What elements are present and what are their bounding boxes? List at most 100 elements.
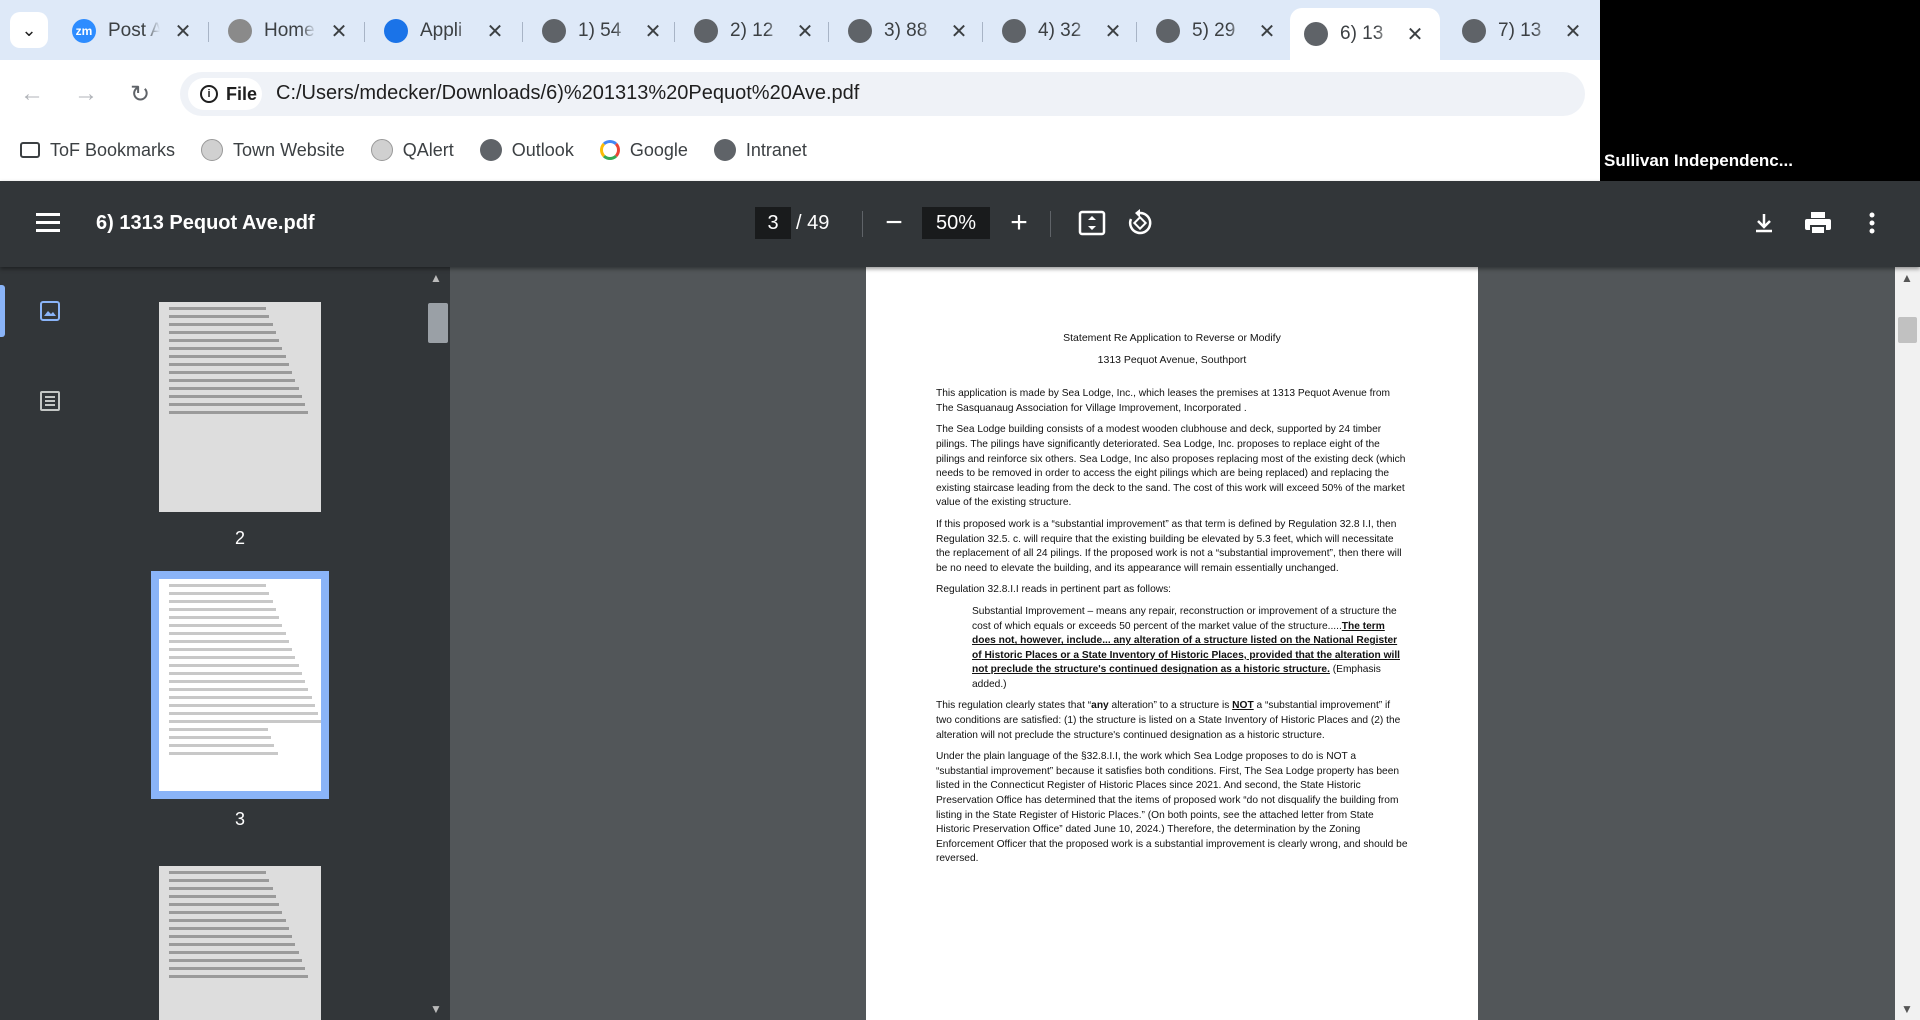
site-info-button[interactable]: i File <box>188 78 262 110</box>
print-button[interactable] <box>1800 205 1836 241</box>
doc-quote: Substantial Improvement – means any repa… <box>972 605 1408 693</box>
zoom-input[interactable]: 50% <box>922 207 990 239</box>
page-thumbnail[interactable] <box>159 866 321 1020</box>
bookmark-item[interactable]: Google <box>599 140 688 161</box>
thumbnail-text-line <box>169 632 286 635</box>
page-thumbnail[interactable] <box>159 302 321 512</box>
doc-paragraph: Regulation 32.8.I.I reads in pertinent p… <box>936 584 1172 596</box>
tab[interactable]: 6) 13 ✕ <box>1290 8 1440 60</box>
video-tile: Sullivan Independenc... <box>1600 0 1920 181</box>
close-icon[interactable]: ✕ <box>1562 19 1584 44</box>
bookmark-item[interactable]: Town Website <box>201 139 345 161</box>
tab-search-button[interactable]: ⌄ <box>10 12 48 48</box>
thumbnail-text-line <box>169 696 312 699</box>
close-icon[interactable]: ✕ <box>1102 19 1124 44</box>
thumbnail-scrollbar[interactable]: ▲ ▼ <box>426 267 450 1020</box>
viewer-scrollbar[interactable]: ▲ ▼ <box>1895 267 1920 1020</box>
tab-separator <box>828 22 829 42</box>
globe-icon <box>1304 22 1328 46</box>
thumbnail-text-line <box>169 656 296 659</box>
scroll-up-icon[interactable]: ▲ <box>430 271 442 285</box>
scroll-down-icon[interactable]: ▼ <box>1901 1002 1913 1016</box>
tab[interactable]: 1) 54 ✕ <box>528 10 678 52</box>
thumbnail-text-line <box>169 664 299 667</box>
rotate-button[interactable] <box>1122 205 1158 241</box>
thumbnail-text-line <box>169 608 276 611</box>
close-icon[interactable]: ✕ <box>172 19 194 44</box>
scrollbar-thumb[interactable] <box>428 303 448 343</box>
participant-name: Sullivan Independenc... <box>1604 151 1793 170</box>
tab[interactable]: Appli ✕ <box>370 10 520 52</box>
tab-title: 5) 29 <box>1192 20 1236 41</box>
page-thumbnail[interactable] <box>151 571 329 799</box>
bookmark-item[interactable]: QAlert <box>370 139 454 161</box>
tab-title: 2) 12 <box>730 20 774 41</box>
pdf-title: 6) 1313 Pequot Ave.pdf <box>96 212 315 234</box>
thumbnail-text-line <box>169 592 270 595</box>
thumbnail-text-line <box>169 959 302 962</box>
thumbnail-text-line <box>169 680 306 683</box>
menu-icon[interactable] <box>36 213 60 233</box>
pdf-viewer[interactable]: Statement Re Application to Reverse or M… <box>450 267 1895 1020</box>
divider <box>1050 211 1051 237</box>
globe-icon <box>713 139 736 161</box>
close-icon[interactable]: ✕ <box>794 19 816 44</box>
thumbnail-text-line <box>169 379 296 382</box>
doc-subheading: 1313 Pequot Avenue, Southport <box>1097 353 1247 366</box>
tab-separator <box>522 22 523 42</box>
scroll-down-icon[interactable]: ▼ <box>430 1002 442 1016</box>
reload-button[interactable]: ↻ <box>122 76 158 112</box>
close-icon[interactable]: ✕ <box>328 19 350 44</box>
page-number-input[interactable]: 3 <box>755 207 791 239</box>
doc-text: This regulation clearly states that “ <box>936 700 1092 712</box>
thumbnail-text-line <box>169 712 319 715</box>
close-icon[interactable]: ✕ <box>1404 22 1426 47</box>
tab-title: 6) 13 <box>1340 23 1384 44</box>
thumbnail-text-line <box>169 871 267 874</box>
bookmark-label: Outlook <box>511 139 574 160</box>
zoom-out-button[interactable]: − <box>876 205 912 241</box>
download-button[interactable] <box>1746 205 1782 241</box>
url-text[interactable]: C:/Users/mdecker/Downloads/6)%201313%20P… <box>276 82 859 105</box>
scrollbar-thumb[interactable] <box>1898 317 1917 343</box>
doc-paragraph: If this proposed work is a “substantial … <box>936 518 1402 574</box>
list-icon <box>40 391 60 411</box>
thumbnail-text-line <box>169 672 302 675</box>
thumbnails-view-button[interactable] <box>34 295 66 327</box>
close-icon[interactable]: ✕ <box>642 19 664 44</box>
doc-bold: NOT <box>1232 700 1254 712</box>
bookmark-item[interactable]: Intranet <box>713 139 807 161</box>
back-button[interactable]: ← <box>14 76 50 112</box>
bookmark-label: QAlert <box>402 139 454 160</box>
google-icon <box>599 140 620 160</box>
bookmark-item[interactable]: ToF Bookmarks <box>20 140 175 161</box>
fit-page-button[interactable] <box>1074 205 1110 241</box>
close-icon[interactable]: ✕ <box>1256 19 1278 44</box>
tab[interactable]: Home ✕ <box>214 10 364 52</box>
thumbnail-page-number: 3 <box>234 809 245 829</box>
bookmark-item[interactable]: Outlook <box>479 139 574 161</box>
bookmark-label: Town Website <box>233 139 345 160</box>
more-vert-icon <box>1869 212 1875 234</box>
zoom-in-button[interactable]: + <box>1001 205 1037 241</box>
close-icon[interactable]: ✕ <box>484 19 506 44</box>
thumbnail-text-line <box>169 355 286 358</box>
quote-text: Substantial Improvement – means any repa… <box>972 605 1397 632</box>
forward-button[interactable]: → <box>68 76 104 112</box>
scroll-up-icon[interactable]: ▲ <box>1901 271 1913 285</box>
address-bar[interactable]: i File C:/Users/mdecker/Downloads/6)%201… <box>180 72 1585 116</box>
doc-heading: Statement Re Application to Reverse or M… <box>1063 332 1281 344</box>
toolbar: ← → ↻ i File C:/Users/mdecker/Downloads/… <box>0 60 1600 128</box>
thumbnail-text-line <box>169 967 306 970</box>
tab[interactable]: 4) 32 ✕ <box>988 10 1138 52</box>
tab[interactable]: 2) 12 ✕ <box>680 10 830 52</box>
tab[interactable]: 7) 13 ✕ <box>1448 10 1598 52</box>
more-options-button[interactable] <box>1854 205 1890 241</box>
close-icon[interactable]: ✕ <box>948 19 970 44</box>
chevron-down-icon: ⌄ <box>21 19 37 40</box>
town-seal-icon <box>370 139 393 161</box>
tab[interactable]: 5) 29 ✕ <box>1142 10 1292 52</box>
outline-view-button[interactable] <box>34 385 66 417</box>
tab[interactable]: zm Post A ✕ <box>58 10 208 52</box>
tab[interactable]: 3) 88 ✕ <box>834 10 984 52</box>
